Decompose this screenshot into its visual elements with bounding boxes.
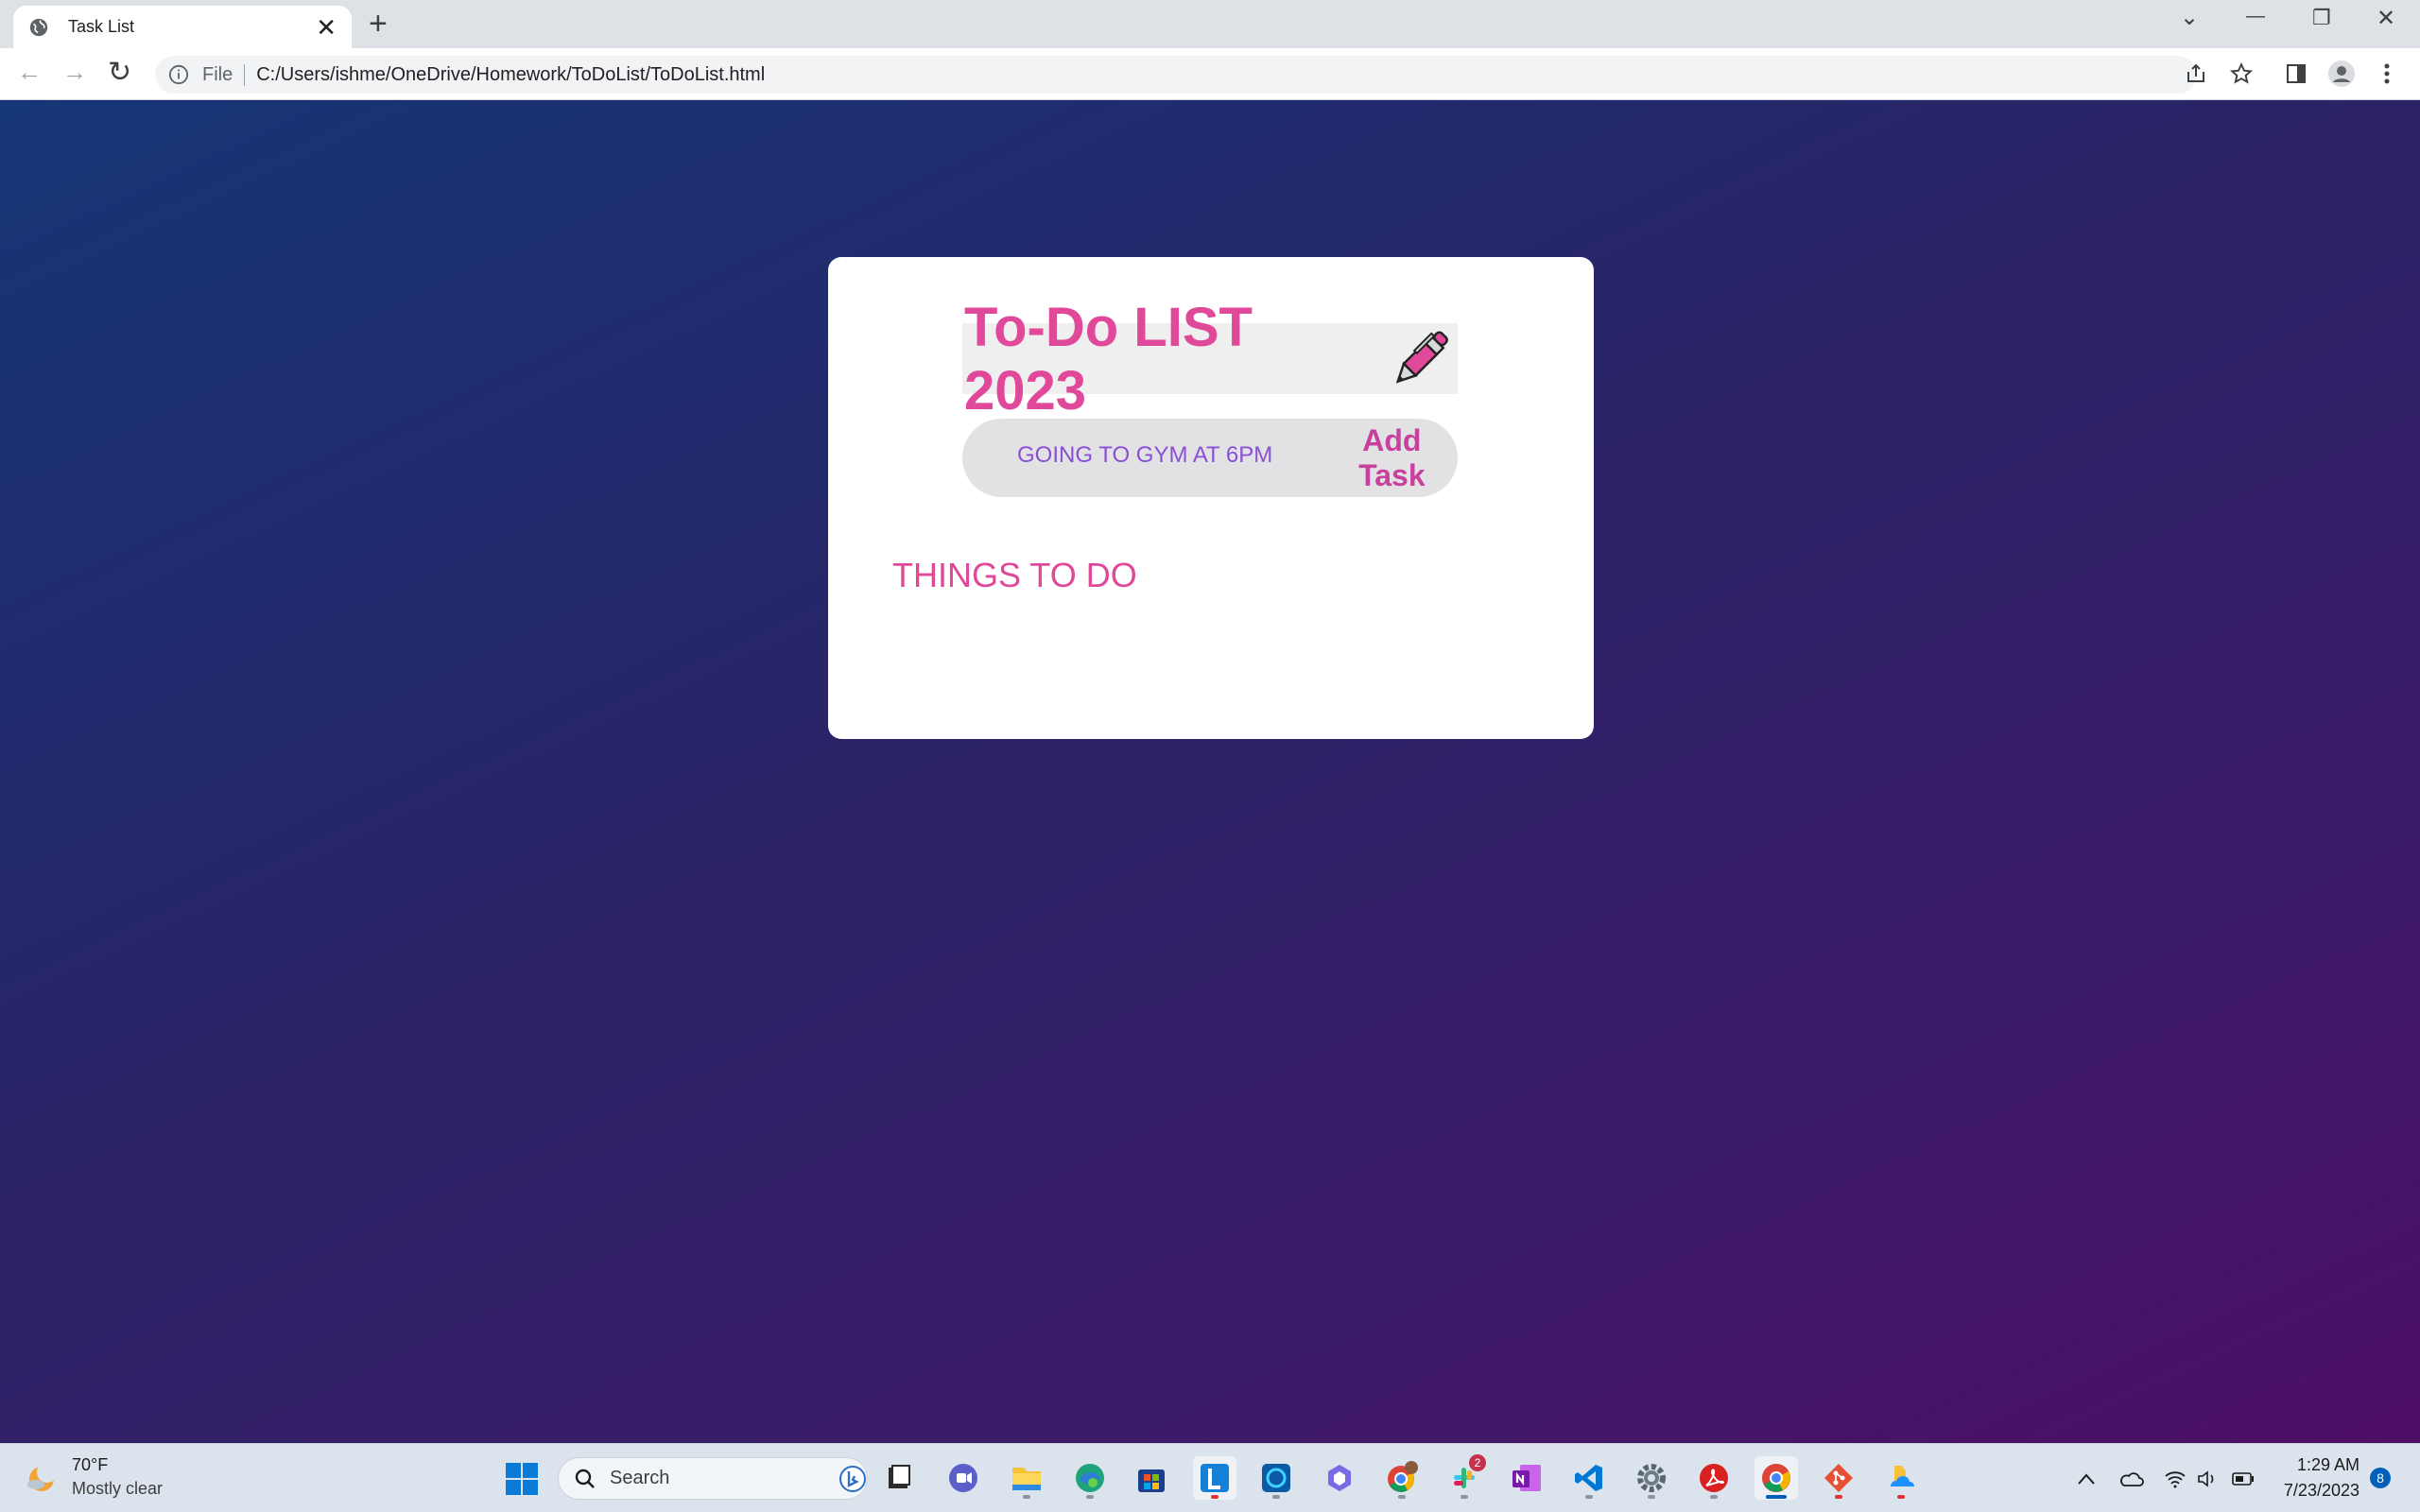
minimize-button[interactable]: — <box>2246 6 2265 27</box>
chevron-up-icon[interactable] <box>2074 1467 2099 1491</box>
reload-button[interactable]: ↻ <box>108 56 131 89</box>
share-icon[interactable] <box>2182 60 2210 88</box>
window-close-button[interactable]: ✕ <box>2377 5 2395 32</box>
add-task-button[interactable]: Add Task <box>1326 423 1458 493</box>
star-icon[interactable] <box>2227 60 2256 88</box>
weather-widget[interactable]: 70°F Mostly clear <box>25 1455 163 1499</box>
side-panel-icon[interactable] <box>2282 60 2310 88</box>
taskbar: 70°F Mostly clear Search 2 1:29 AM 7/23/… <box>0 1443 2420 1512</box>
list-title: THINGS TO DO <box>892 556 1137 594</box>
clock-date: 7/23/2023 <box>2283 1481 2360 1500</box>
store-icon[interactable] <box>1130 1456 1173 1500</box>
onedrive-icon[interactable] <box>1879 1456 1923 1500</box>
cloud-icon[interactable] <box>2119 1467 2144 1491</box>
back-button[interactable]: ← <box>17 58 42 87</box>
task-input[interactable] <box>1017 441 1315 469</box>
volume-icon[interactable] <box>2195 1467 2220 1491</box>
new-tab-button[interactable]: + <box>369 8 388 40</box>
weather-description: Mostly clear <box>72 1479 164 1498</box>
browser-toolbar: ← → ↻ File C:/Users/ishme/OneDrive/Homew… <box>0 48 2420 100</box>
file-explorer-icon[interactable] <box>1005 1456 1048 1500</box>
tab-close-icon[interactable]: ✕ <box>316 15 337 40</box>
more-menu-icon[interactable] <box>2373 60 2401 88</box>
tab-search-icon[interactable]: ⌄ <box>2180 4 2199 31</box>
vscode-icon[interactable] <box>1567 1456 1611 1500</box>
taskbar-search[interactable]: Search <box>558 1457 868 1500</box>
edge-icon[interactable] <box>1068 1456 1112 1500</box>
bing-icon[interactable] <box>838 1465 867 1493</box>
settings-icon[interactable] <box>1630 1456 1673 1500</box>
weather-temperature: 70°F <box>72 1455 109 1474</box>
page-title: To-Do LIST 2023 <box>964 296 1253 421</box>
notification-badge[interactable]: 8 <box>2370 1468 2391 1488</box>
search-icon <box>575 1469 595 1488</box>
profile-icon[interactable] <box>2327 60 2356 88</box>
chrome-profile-icon[interactable] <box>1380 1456 1424 1500</box>
onenote-icon[interactable] <box>1505 1456 1548 1500</box>
app-l-icon[interactable] <box>1193 1456 1236 1500</box>
browser-tab[interactable]: Task List ✕ <box>13 6 352 48</box>
search-label: Search <box>610 1468 670 1488</box>
cortana-icon[interactable] <box>1254 1456 1298 1500</box>
globe-icon <box>29 18 48 36</box>
tab-title: Task List <box>68 17 135 36</box>
git-icon[interactable] <box>1817 1456 1860 1500</box>
clock-time: 1:29 AM <box>2296 1455 2360 1474</box>
url-text[interactable]: C:/Users/ishme/OneDrive/Homework/ToDoLis… <box>256 64 765 86</box>
address-bar[interactable]: File C:/Users/ishme/OneDrive/Homework/To… <box>155 56 2197 94</box>
restore-button[interactable]: ❐ <box>2312 6 2331 30</box>
slack-icon[interactable]: 2 <box>1443 1454 1486 1500</box>
pen-icon <box>1395 330 1449 384</box>
info-icon[interactable] <box>168 64 189 85</box>
acrobat-icon[interactable] <box>1692 1456 1736 1500</box>
forward-button[interactable]: → <box>62 58 87 87</box>
system-clock[interactable]: 1:29 AM 7/23/2023 <box>2280 1455 2360 1501</box>
moon-icon <box>27 1462 58 1491</box>
page-viewport: To-Do LIST 2023 Add Task THINGS TO DO <box>0 101 2420 1443</box>
file-scheme-label: File <box>202 63 246 86</box>
wifi-icon[interactable] <box>2163 1467 2187 1491</box>
page-heading: To-Do LIST 2023 <box>962 297 1458 421</box>
todo-card: To-Do LIST 2023 Add Task THINGS TO DO <box>828 257 1594 739</box>
battery-icon[interactable] <box>2231 1467 2256 1491</box>
teams-icon[interactable] <box>942 1456 985 1500</box>
slack-badge: 2 <box>1469 1454 1486 1471</box>
task-input-row: Add Task <box>962 419 1458 497</box>
copilot-icon[interactable] <box>1318 1456 1361 1500</box>
file-viewer-icon[interactable] <box>877 1456 921 1500</box>
windows-start-icon[interactable] <box>505 1462 539 1496</box>
chrome-icon[interactable] <box>1754 1456 1798 1500</box>
browser-tab-strip: Task List ✕ + ⌄ — ❐ ✕ <box>0 0 2420 48</box>
